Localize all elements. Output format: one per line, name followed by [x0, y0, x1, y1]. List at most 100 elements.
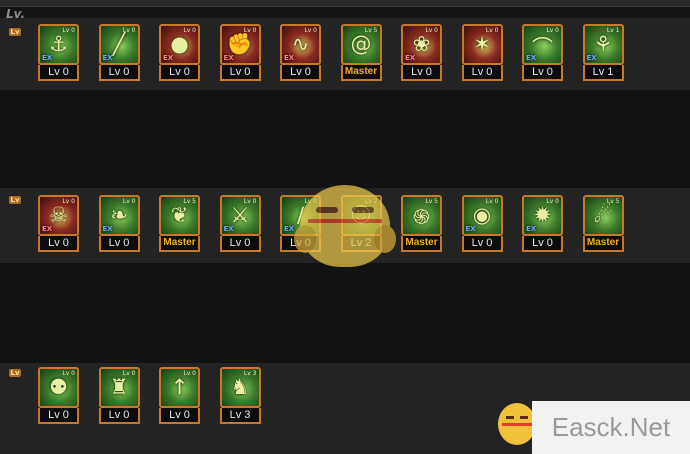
skill-slot[interactable]: ❦ Lv 5 Master [159, 195, 204, 255]
skill-slot[interactable]: ↑ Lv 0 Lv 0 [159, 367, 204, 427]
skill-level-label: Lv 0 [38, 236, 79, 252]
skill-slot[interactable]: ❧ Lv 0 EX Lv 0 [98, 195, 144, 255]
ex-badge: EX [526, 54, 537, 62]
skill-level-label: Lv 3 [219, 408, 261, 424]
skill-mini-level: Lv 5 [606, 198, 620, 205]
watermark: Easck.Net [532, 401, 690, 454]
skill-slot[interactable]: ✊ Lv 0 EX Lv 0 [219, 24, 265, 84]
skill-glyph: ☄ [593, 203, 613, 227]
giant-skill-icon[interactable]: ♜ Lv 0 [98, 367, 140, 408]
skill-level-label: Lv 0 [219, 65, 261, 81]
skill-mini-level: Lv 0 [546, 27, 559, 34]
skill-glyph: ◉ [472, 203, 492, 227]
skill-glyph: ⚉ [49, 375, 68, 399]
ex-badge: EX [102, 54, 113, 62]
row-separator [0, 263, 690, 363]
orb-skill-icon[interactable]: ● Lv 0 EX [159, 24, 200, 65]
row-separator [0, 90, 690, 188]
fist-skill-icon[interactable]: ✊ Lv 0 EX [219, 24, 261, 65]
skill-slot[interactable]: ❀ Lv 0 EX Lv 0 [401, 24, 446, 84]
skill-mini-level: Lv 0 [62, 370, 75, 377]
skill-slot[interactable]: ♜ Lv 0 Lv 0 [98, 367, 144, 427]
watermark-chick-icon [498, 403, 536, 445]
skill-slot[interactable]: ╱ Lv 0 EX Lv 0 [98, 24, 144, 84]
skill-level-label: Lv 0 [98, 408, 140, 424]
skill-slot[interactable]: ☠ Lv 0 EX Lv 0 [38, 195, 83, 255]
skill-glyph: ✶ [473, 32, 491, 56]
ex-badge: EX [42, 54, 53, 62]
beast-skill-icon[interactable]: ❦ Lv 5 [159, 195, 200, 236]
spear-skill-icon[interactable]: ↑ Lv 0 [159, 367, 200, 408]
skill-level-label: Master [401, 236, 442, 252]
skill-mini-level: Lv 3 [243, 370, 257, 377]
vortex-skill-icon[interactable]: ☄ Lv 5 [582, 195, 624, 236]
skill-level-label: Lv 0 [522, 65, 563, 81]
arc-skill-icon[interactable]: ⌒ Lv 0 EX [522, 24, 563, 65]
skill-glyph: ╱ [112, 32, 126, 56]
pole-skill-icon[interactable]: ╱ Lv 0 EX [98, 24, 140, 65]
skill-glyph: ❦ [170, 203, 189, 227]
skill-slot[interactable]: ⌒ Lv 0 EX Lv 0 [522, 24, 567, 84]
totem-skill-icon[interactable]: ⚉ Lv 0 [38, 367, 79, 408]
skill-mini-level: Lv 0 [304, 27, 317, 34]
skill-glyph: ☠ [49, 203, 68, 227]
skill-glyph: ↑ [170, 375, 189, 399]
skill-slot[interactable]: ● Lv 0 EX Lv 0 [159, 24, 204, 84]
whip-skill-icon[interactable]: ∿ Lv 0 EX [280, 24, 321, 65]
bomb-skill-icon[interactable]: ❀ Lv 0 EX [401, 24, 442, 65]
skill-slot[interactable]: ✶ Lv 0 Lv 0 [461, 24, 507, 84]
skill-mini-level: Lv 0 [122, 370, 136, 377]
skill-mini-level: Lv 0 [122, 198, 136, 205]
tier-marker: Lv [9, 369, 21, 377]
hook-skill-icon[interactable]: ⚓ Lv 0 EX [38, 24, 79, 65]
skill-mini-level: Lv 5 [425, 198, 438, 205]
tornado-skill-icon[interactable]: ֍ Lv 5 [401, 195, 442, 236]
skill-glyph: ֍ [412, 205, 431, 229]
skill-mini-level: Lv 5 [183, 198, 196, 205]
ex-badge: EX [284, 54, 295, 62]
skill-glyph: ⚘ [593, 32, 613, 56]
skill-mini-level: Lv 0 [62, 27, 75, 34]
ex-badge: EX [42, 225, 53, 233]
skill-level-label: Lv 0 [98, 65, 140, 81]
skill-slot[interactable]: ⚘ Lv 1 EX Lv 1 [582, 24, 628, 84]
skill-slot[interactable]: @ Lv 5 Master [340, 24, 386, 84]
seal-skill-icon[interactable]: ◉ Lv 0 EX [461, 195, 503, 236]
skill-slot[interactable]: ∿ Lv 0 EX Lv 0 [280, 24, 325, 84]
golem-skill-icon[interactable]: ♞ Lv 3 [219, 367, 261, 408]
spirit-skill-icon[interactable]: ⚘ Lv 1 EX [582, 24, 624, 65]
skill-slot[interactable]: ✹ Lv 0 EX Lv 0 [522, 195, 567, 255]
skill-glyph: ● [170, 32, 189, 56]
skill-level-label: Lv 0 [461, 65, 503, 81]
skill-mini-level: Lv 0 [485, 198, 499, 205]
ex-badge: EX [526, 225, 537, 233]
skill-level-label: Master [582, 236, 624, 252]
skill-level-label: Lv 0 [38, 408, 79, 424]
skill-level-label: Lv 0 [38, 65, 79, 81]
skill-slot[interactable]: ֍ Lv 5 Master [401, 195, 446, 255]
bone-skill-icon[interactable]: ☠ Lv 0 EX [38, 195, 79, 236]
skill-level-label: Lv 0 [159, 65, 200, 81]
ex-badge: EX [223, 225, 234, 233]
skill-slot[interactable]: ⚓ Lv 0 EX Lv 0 [38, 24, 83, 84]
vine-skill-icon[interactable]: ❧ Lv 0 EX [98, 195, 140, 236]
skill-slot[interactable]: ☄ Lv 5 Master [582, 195, 628, 255]
skill-level-label: Lv 0 [98, 236, 140, 252]
skill-mini-level: Lv 0 [243, 27, 257, 34]
skill-slot[interactable]: ⚔ Lv 0 EX Lv 0 [219, 195, 265, 255]
blade-skill-icon[interactable]: ⚔ Lv 0 EX [219, 195, 261, 236]
skill-slot[interactable]: ◉ Lv 0 EX Lv 0 [461, 195, 507, 255]
skill-level-label: Master [340, 65, 382, 81]
skill-level-label: Lv 0 [159, 408, 200, 424]
chick-mascot-overlay [294, 185, 396, 267]
skill-mini-level: Lv 0 [425, 27, 438, 34]
coil-skill-icon[interactable]: @ Lv 5 [340, 24, 382, 65]
ex-badge: EX [405, 54, 416, 62]
skill-slot[interactable]: ⚉ Lv 0 Lv 0 [38, 367, 83, 427]
skill-slot[interactable]: ♞ Lv 3 Lv 3 [219, 367, 265, 427]
skill-level-label: Lv 0 [280, 65, 321, 81]
burst-skill-icon[interactable]: ✹ Lv 0 EX [522, 195, 563, 236]
strike-skill-icon[interactable]: ✶ Lv 0 [461, 24, 503, 65]
skill-mini-level: Lv 0 [243, 198, 257, 205]
skill-glyph: ♞ [230, 375, 250, 399]
